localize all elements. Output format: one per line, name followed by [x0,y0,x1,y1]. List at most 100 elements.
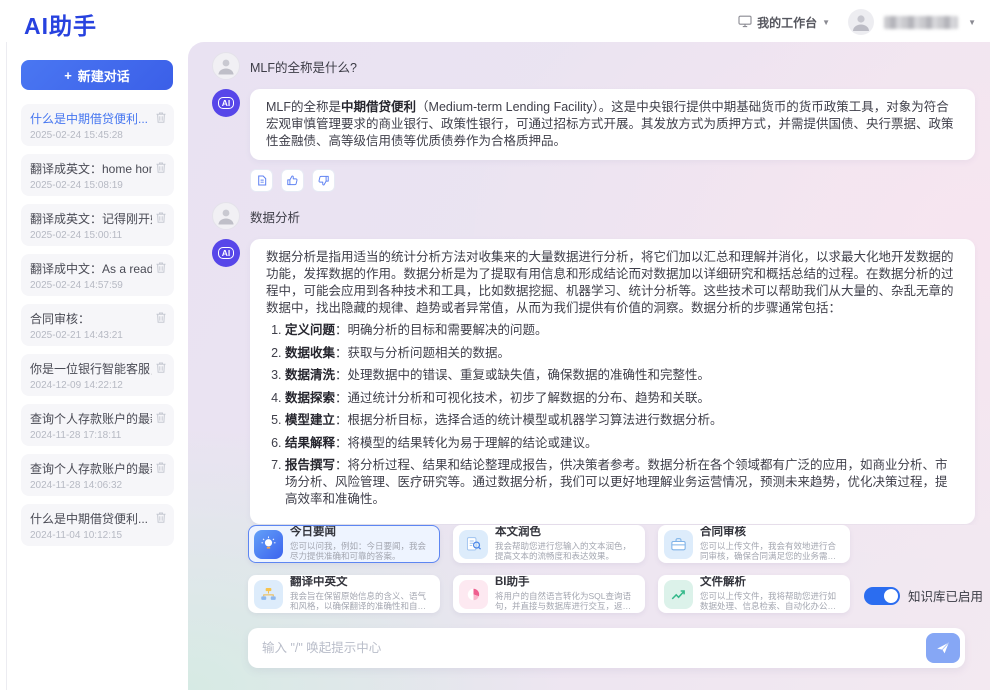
conversation-item[interactable]: 查询个人存款账户的最新... 2024-11-28 14:06:32 [21,454,174,496]
trash-icon[interactable] [155,211,167,224]
card-desc: 您可以问我，例如：今日要闻，我会尽力提供准确和可靠的答案。 [290,541,431,562]
ai-badge: AI [218,247,234,260]
user-message-text: 数据分析 [250,207,300,226]
trash-icon[interactable] [155,411,167,424]
conversation-title: 合同审核： [30,310,152,327]
card-desc: 将用户的自然语言转化为SQL查询语句，并直接与数据库进行交互，返回智能推荐的图表… [495,591,636,612]
workbench-menu[interactable]: 我的工作台 ▼ [738,14,830,31]
card-title: 今日要闻 [290,526,431,540]
workbench-label: 我的工作台 [757,14,817,31]
conversation-title: 翻译成英文：home home [30,160,152,177]
conversation-time: 2025-02-24 15:45:28 [30,130,152,141]
thumbs-down-button[interactable] [312,169,335,192]
plus-icon: + [64,68,72,83]
trend-arrow-icon [664,580,693,609]
list-item: 定义问题：明确分析的目标和需要解决的问题。 [285,322,959,339]
briefcase-icon [664,530,693,559]
analysis-steps-list: 定义问题：明确分析的目标和需要解决的问题。 数据收集：获取与分析问题相关的数据。… [266,322,959,508]
conversation-title: 查询个人存款账户的最新... [30,460,152,477]
trash-icon[interactable] [155,161,167,174]
username-redacted[interactable] [884,16,958,29]
card-desc: 您可以上传文件，我将帮助您进行如数据处理、信息检索、自动化办公等。 [700,591,841,612]
conversation-title: 翻译成英文：记得刚开始... [30,210,152,227]
card-title: 文件解析 [700,576,841,590]
card-title: 合同审核 [700,526,841,540]
conversation-title: 什么是中期借贷便利... [30,110,152,127]
ai-avatar: AI [212,89,240,117]
conversation-title: 什么是中期借贷便利... [30,510,152,527]
app: AI助手 我的工作台 ▼ ▼ + 新建对话 什么是中期借贷便利... [0,0,990,690]
ai-avatar: AI [212,239,240,267]
user-avatar [212,202,240,230]
card-file-parse[interactable]: 文件解析 您可以上传文件，我将帮助您进行如数据处理、信息检索、自动化办公等。 [658,575,850,613]
lightbulb-icon [254,530,283,559]
list-item: 模型建立：根据分析目标，选择合适的统计模型或机器学习算法进行数据分析。 [285,412,959,429]
conversation-item[interactable]: 查询个人存款账户的最新... 2024-11-28 17:18:11 [21,404,174,446]
new-chat-label: 新建对话 [78,66,130,85]
card-title: 翻译中英文 [290,576,431,590]
conversation-title: 翻译成中文：As a reader... [30,260,152,277]
trash-icon[interactable] [155,511,167,524]
conversation-item[interactable]: 什么是中期借贷便利... 2024-11-04 10:12:15 [21,504,174,546]
user-avatar [212,52,240,80]
card-desc: 您可以上传文件，我会有效地进行合同审核，确保合同满足您的业务需求。 [700,541,841,562]
conversation-list: 什么是中期借贷便利... 2025-02-24 15:45:28 翻译成英文：h… [3,104,188,546]
conversation-time: 2025-02-24 15:08:19 [30,180,152,191]
conversation-time: 2024-11-04 10:12:15 [30,530,152,541]
conversation-item[interactable]: 你是一位银行智能客服，... 2024-12-09 14:22:12 [21,354,174,396]
user-avatar[interactable] [848,9,874,35]
card-text-polish[interactable]: 本文润色 我会帮助您进行您输入的文本润色，提高文本的流畅度和表达效果。 [453,525,645,563]
copy-button[interactable] [250,169,273,192]
list-item: 报告撰写：将分析过程、结果和结论整理成报告，供决策者参考。数据分析在各个领域都有… [285,457,959,508]
feature-cards: 今日要闻 您可以问我，例如：今日要闻，我会尽力提供准确和可靠的答案。 本文润色 … [248,525,850,613]
conversation-time: 2025-02-24 14:57:59 [30,280,152,291]
sidebar: + 新建对话 什么是中期借贷便利... 2025-02-24 15:45:28 … [0,42,188,690]
conversation-item[interactable]: 什么是中期借贷便利... 2025-02-24 15:45:28 [21,104,174,146]
ai-message: AI MLF的全称是中期借贷便利（Medium-term Lending Fac… [212,89,975,160]
chat-area: MLF的全称是什么? AI MLF的全称是中期借贷便利（Medium-term … [188,42,990,525]
send-button[interactable] [926,633,960,663]
ai-badge: AI [218,97,234,110]
trash-icon[interactable] [155,361,167,374]
card-title: 本文润色 [495,526,636,540]
message-actions [250,169,975,192]
conversation-time: 2024-11-28 14:06:32 [30,480,152,491]
main-panel: MLF的全称是什么? AI MLF的全称是中期借贷便利（Medium-term … [188,42,990,690]
list-item: 数据探索：通过统计分析和可视化技术，初步了解数据的分布、趋势和关联。 [285,390,959,407]
user-message: MLF的全称是什么? [212,52,975,80]
trash-icon[interactable] [155,461,167,474]
conversation-time: 2024-11-28 17:18:11 [30,430,152,441]
card-daily-news[interactable]: 今日要闻 您可以问我，例如：今日要闻，我会尽力提供准确和可靠的答案。 [248,525,440,563]
ai-message-card: MLF的全称是中期借贷便利（Medium-term Lending Facili… [250,89,975,160]
message-input[interactable] [262,641,926,655]
thumbs-up-button[interactable] [281,169,304,192]
conversation-item[interactable]: 翻译成英文：home home 2025-02-24 15:08:19 [21,154,174,196]
conversation-time: 2025-02-21 14:43:21 [30,330,152,341]
monitor-icon [738,14,752,31]
card-contract-review[interactable]: 合同审核 您可以上传文件，我会有效地进行合同审核，确保合同满足您的业务需求。 [658,525,850,563]
card-bi-assistant[interactable]: BI助手 将用户的自然语言转化为SQL查询语句，并直接与数据库进行交互，返回智能… [453,575,645,613]
document-magnifier-icon [459,530,488,559]
conversation-title: 查询个人存款账户的最新... [30,410,152,427]
trash-icon[interactable] [155,111,167,124]
top-header: AI助手 我的工作台 ▼ ▼ [0,0,990,42]
conversation-item[interactable]: 合同审核： 2025-02-21 14:43:21 [21,304,174,346]
new-chat-button[interactable]: + 新建对话 [21,60,173,90]
trash-icon[interactable] [155,311,167,324]
translate-icon [254,580,283,609]
ai-message-card: 数据分析是指用适当的统计分析方法对收集来的大量数据进行分析，将它们加以汇总和理解… [250,239,975,524]
knowledge-base-toggle[interactable] [864,587,900,605]
card-translate[interactable]: 翻译中英文 我会旨在保留原始信息的含义、语气和风格，以确保翻译的准确性和自然流畅… [248,575,440,613]
user-message: 数据分析 [212,202,975,230]
user-message-text: MLF的全称是什么? [250,57,357,76]
trash-icon[interactable] [155,261,167,274]
conversation-title: 你是一位银行智能客服，... [30,360,152,377]
pie-chart-icon [459,580,488,609]
conversation-item[interactable]: 翻译成英文：记得刚开始... 2025-02-24 15:00:11 [21,204,174,246]
ai-text: 数据分析是指用适当的统计分析方法对收集来的大量数据进行分析，将它们加以汇总和理解… [266,250,954,315]
list-item: 结果解释：将模型的结果转化为易于理解的结论或建议。 [285,435,959,452]
ai-text: MLF的全称是 [266,100,341,114]
list-item: 数据清洗：处理数据中的错误、重复或缺失值，确保数据的准确性和完整性。 [285,367,959,384]
chevron-down-icon[interactable]: ▼ [968,18,976,27]
conversation-item[interactable]: 翻译成中文：As a reader... 2025-02-24 14:57:59 [21,254,174,296]
